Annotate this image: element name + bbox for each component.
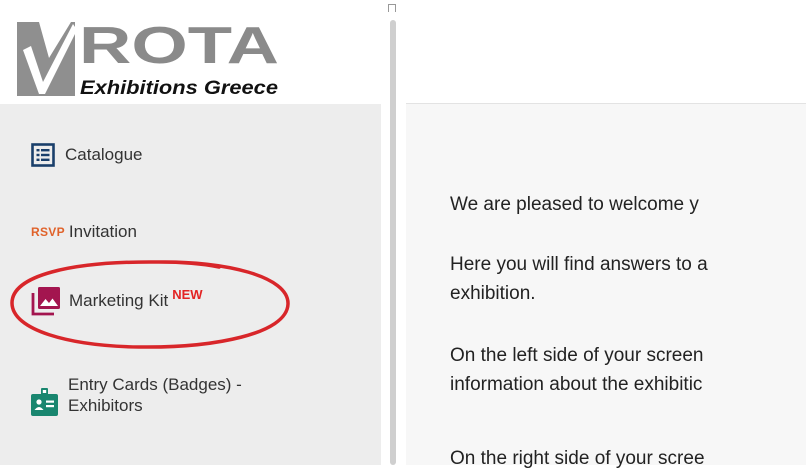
scroll-up-icon[interactable]: [388, 4, 396, 12]
paragraph-line: Here you will find answers to a: [450, 254, 708, 275]
rsvp-icon: RSVP: [31, 225, 65, 239]
sidebar-item-label-line1: Entry Cards (Badges) -: [68, 375, 242, 394]
logo-brand: ROTA: [79, 20, 279, 75]
main-header: [406, 0, 806, 104]
answers-paragraph: Here you will find answers to a exhibiti…: [450, 250, 708, 308]
logo-tagline: Exhibitions Greece: [80, 78, 278, 98]
catalogue-list-icon: [31, 143, 55, 167]
sidebar-item-entry-cards[interactable]: Entry Cards (Badges) - Exhibitors: [31, 374, 242, 416]
sidebar-item-label: Entry Cards (Badges) - Exhibitors: [68, 374, 242, 416]
paragraph-line: We are pleased to welcome y: [450, 194, 699, 215]
scrollbar-thumb[interactable]: [390, 20, 396, 465]
paragraph-line: information about the exhibitic: [450, 374, 703, 395]
paragraph-line: exhibition.: [450, 283, 536, 304]
sidebar-item-label-line2: Exhibitors: [68, 396, 143, 415]
sidebar-item-invitation[interactable]: RSVP Invitation: [31, 222, 137, 242]
rota-logo[interactable]: ROTA Exhibitions Greece: [17, 20, 282, 98]
right-side-paragraph: On the right side of your scree: [450, 444, 705, 473]
sidebar-header: ROTA Exhibitions Greece: [0, 0, 381, 104]
sidebar-item-catalogue[interactable]: Catalogue: [31, 143, 143, 167]
paragraph-line: On the right side of your scree: [450, 448, 705, 469]
paragraph-line: On the left side of your screen: [450, 345, 704, 366]
badge-id-icon: [31, 388, 58, 416]
sidebar-item-label: Catalogue: [65, 145, 143, 164]
sidebar-item-label: Invitation: [68, 222, 137, 241]
left-side-paragraph: On the left side of your screen informat…: [450, 341, 703, 399]
highlight-ellipse: [10, 260, 290, 349]
welcome-paragraph: We are pleased to welcome y: [450, 190, 699, 219]
